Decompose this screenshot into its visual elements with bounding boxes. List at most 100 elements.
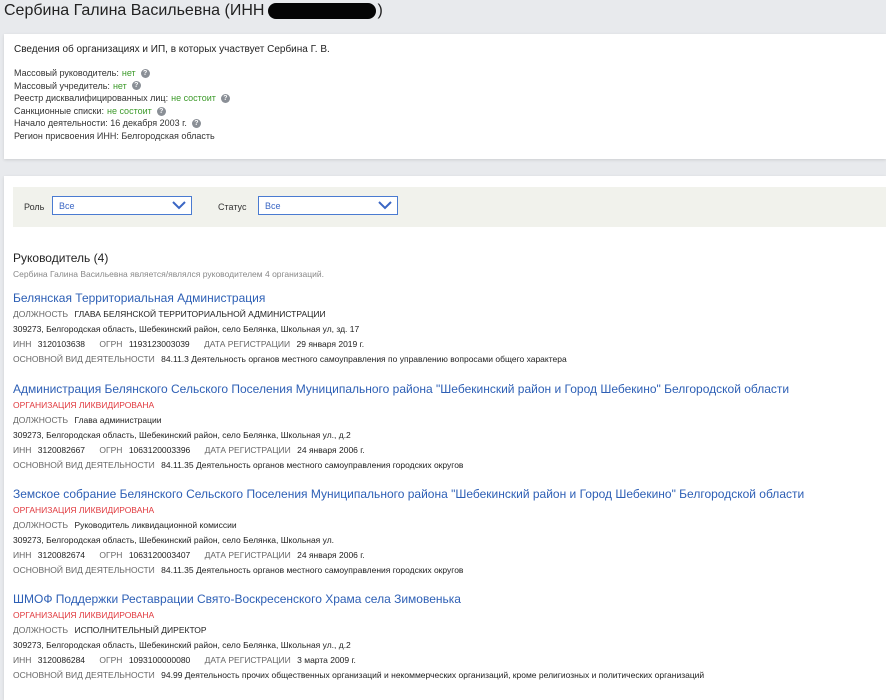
reg-date-value: 3 марта 2009 г. [297,655,356,665]
inn-value: 3120086284 [37,655,86,665]
activity-value: 84.11.3 Деятельность органов местного са… [161,354,567,364]
filter-bar: Роль Все Статус Все [13,187,886,227]
status-filter-label: Статус [218,202,247,212]
ogrn-value: 1063120003407 [128,550,191,560]
info-line-mass-founder: Массовый учредитель: нет ? [14,80,230,93]
inn-label: ИНН [13,445,32,455]
info-label: Реестр дисквалифицированных лиц: [14,93,169,104]
position-row: ДОЛЖНОСТЬ ИСПОЛНИТЕЛЬНЫЙ ДИРЕКТОР [13,623,883,638]
chevron-down-icon [378,201,392,210]
info-line-inn-region: Регион присвоения ИНН: Белгородская обла… [14,130,230,143]
address-row: 309273, Белгородская область, Шебекински… [13,430,351,440]
status-badge: ОРГАНИЗАЦИЯ ЛИКВИДИРОВАНА [13,610,155,620]
address-row: 309273, Белгородская область, Шебекински… [13,640,351,650]
ogrn-label: ОГРН [99,655,123,665]
activity-row: ОСНОВНОЙ ВИД ДЕЯТЕЛЬНОСТИ 84.11.3 Деятел… [13,352,883,367]
registration-row: ИНН 3120103638 ОГРН 1193123003039 ДАТА Р… [13,337,883,352]
activity-value: 84.11.35 Деятельность органов местного с… [161,565,464,575]
help-icon[interactable]: ? [140,68,150,78]
info-label: Массовый учредитель: [14,80,110,91]
page-title-suffix: ) [377,2,383,19]
activity-label: ОСНОВНОЙ ВИД ДЕЯТЕЛЬНОСТИ [13,565,155,575]
chevron-down-icon [172,201,186,210]
registration-row: ИНН 3120082674 ОГРН 1063120003407 ДАТА Р… [13,548,883,563]
help-icon[interactable]: ? [131,81,141,91]
info-line-disqualified: Реестр дисквалифицированных лиц: не сост… [14,92,230,105]
ogrn-value: 1093100000080 [128,655,191,665]
organization-item: ШМОФ Поддержки Реставрации Свято-Воскрес… [13,592,883,683]
position-value: ГЛАВА БЕЛЯНСКОЙ ТЕРРИТОРИАЛЬНОЙ АДМИНИСТ… [74,309,326,319]
organization-item: Администрация Белянского Сельского Посел… [13,382,883,473]
position-row: ДОЛЖНОСТЬ Глава администрации [13,413,883,428]
organization-item: Земское собрание Белянского Сельского По… [13,487,883,578]
address-row: 309273, Белгородская область, Шебекински… [13,535,335,545]
activity-label: ОСНОВНОЙ ВИД ДЕЯТЕЛЬНОСТИ [13,460,155,470]
registration-row: ИНН 3120086284 ОГРН 1093100000080 ДАТА Р… [13,653,883,668]
activity-row: ОСНОВНОЙ ВИД ДЕЯТЕЛЬНОСТИ 94.99 Деятельн… [13,668,883,683]
position-label: ДОЛЖНОСТЬ [13,309,69,319]
ogrn-label: ОГРН [99,550,123,560]
info-value: не состоит [106,105,152,116]
activity-value: 94.99 Деятельность прочих общественных о… [161,670,705,680]
role-select[interactable]: Все [52,196,192,215]
ogrn-label: ОГРН [99,339,123,349]
info-label: Массовый руководитель: [14,68,119,78]
redacted-inn [268,3,377,19]
status-select[interactable]: Все [258,196,398,215]
position-label: ДОЛЖНОСТЬ [13,520,69,530]
page-title: Сербина Галина Васильевна (ИНН ) [4,2,383,20]
participation-info-card: Сведения об организациях и ИП, в которых… [4,34,886,159]
reg-date-label: ДАТА РЕГИСТРАЦИИ [204,445,291,455]
organization-link[interactable]: Белянская Территориальная Администрация [13,291,883,307]
reg-date-value: 29 января 2019 г. [296,339,365,349]
ogrn-value: 1063120003396 [128,445,191,455]
activity-label: ОСНОВНОЙ ВИД ДЕЯТЕЛЬНОСТИ [13,670,155,680]
status-select-value: Все [265,201,281,211]
help-icon[interactable]: ? [220,93,230,103]
activity-value: 84.11.35 Деятельность органов местного с… [161,460,464,470]
organization-link[interactable]: Земское собрание Белянского Сельского По… [13,487,883,503]
section-subtitle: Сербина Галина Васильевна является/являл… [13,269,324,279]
info-value: не состоит [171,93,216,104]
info-value: нет [121,68,136,78]
reg-date-label: ДАТА РЕГИСТРАЦИИ [204,339,291,349]
inn-label: ИНН [13,339,32,349]
organization-item: Белянская Территориальная Администрация … [13,291,883,367]
role-select-value: Все [59,201,75,211]
status-badge: ОРГАНИЗАЦИЯ ЛИКВИДИРОВАНА [13,505,155,515]
position-row: ДОЛЖНОСТЬ ГЛАВА БЕЛЯНСКОЙ ТЕРРИТОРИАЛЬНО… [13,307,883,322]
activity-row: ОСНОВНОЙ ВИД ДЕЯТЕЛЬНОСТИ 84.11.35 Деяте… [13,458,883,473]
inn-value: 3120103638 [37,339,86,349]
info-lines: Массовый руководитель: нет ? Массовый уч… [14,67,230,143]
reg-date-value: 24 января 2006 г. [297,445,365,455]
reg-date-label: ДАТА РЕГИСТРАЦИИ [204,655,291,665]
inn-value: 3120082667 [37,445,86,455]
activity-label: ОСНОВНОЙ ВИД ДЕЯТЕЛЬНОСТИ [13,354,155,364]
help-icon[interactable]: ? [156,106,166,116]
info-label: Регион присвоения ИНН: Белгородская обла… [14,130,215,141]
reg-date-value: 24 января 2006 г. [297,550,365,560]
info-line-sanctions: Санкционные списки: не состоит ? [14,105,230,118]
organization-link[interactable]: Администрация Белянского Сельского Посел… [13,382,883,398]
ogrn-value: 1193123003039 [128,339,190,349]
status-badge: ОРГАНИЗАЦИЯ ЛИКВИДИРОВАНА [13,400,155,410]
address-row: 309273, Белгородская область, Шебекински… [13,324,360,334]
inn-label: ИНН [13,655,32,665]
info-label: Начало деятельности: 16 декабря 2003 г. [14,118,187,129]
activity-row: ОСНОВНОЙ ВИД ДЕЯТЕЛЬНОСТИ 84.11.35 Деяте… [13,563,883,578]
position-label: ДОЛЖНОСТЬ [13,625,69,635]
info-line-start-date: Начало деятельности: 16 декабря 2003 г. … [14,117,230,130]
info-label: Санкционные списки: [14,105,104,116]
position-value: Руководитель ликвидационной комиссии [74,520,237,530]
position-row: ДОЛЖНОСТЬ Руководитель ликвидационной ко… [13,518,883,533]
reg-date-label: ДАТА РЕГИСТРАЦИИ [204,550,291,560]
organization-link[interactable]: ШМОФ Поддержки Реставрации Свято-Воскрес… [13,592,883,608]
info-heading: Сведения об организациях и ИП, в которых… [14,44,330,55]
help-icon[interactable]: ? [191,119,201,129]
info-value: нет [112,80,127,91]
position-label: ДОЛЖНОСТЬ [13,415,69,425]
inn-value: 3120082674 [37,550,86,560]
position-value: Глава администрации [74,415,162,425]
registration-row: ИНН 3120082667 ОГРН 1063120003396 ДАТА Р… [13,443,883,458]
section-title: Руководитель (4) [13,251,109,265]
